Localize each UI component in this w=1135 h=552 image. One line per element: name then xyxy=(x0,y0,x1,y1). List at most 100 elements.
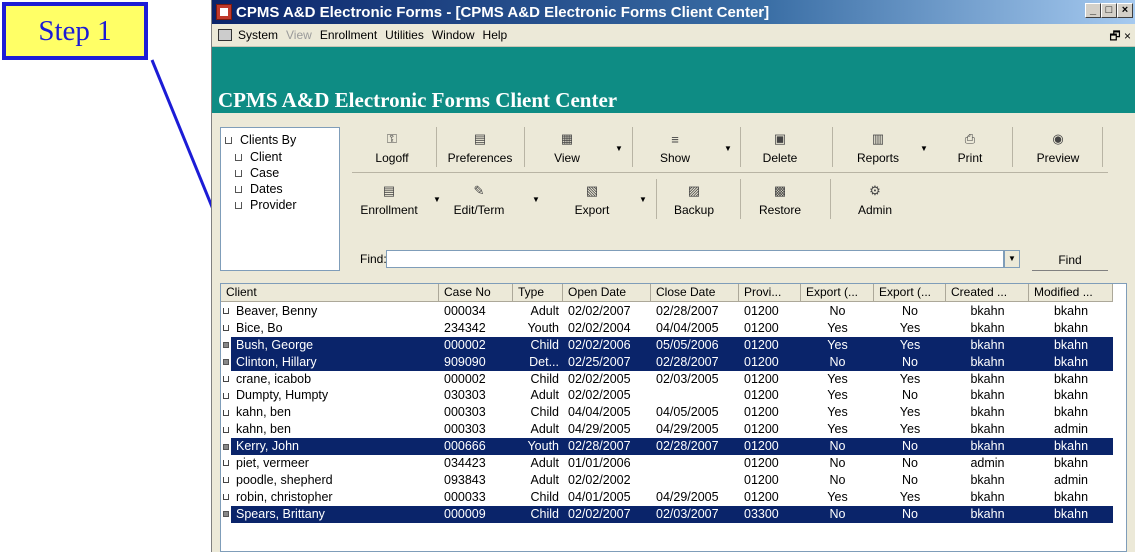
table-row[interactable]: robin, christopher 000033 Child 04/01/2005 0… xyxy=(221,488,1113,506)
admin-button[interactable]: ⚙ Admin xyxy=(850,183,900,217)
backup-button[interactable]: ▨ Backup xyxy=(664,183,724,217)
export-button[interactable]: ▧ Export xyxy=(562,183,622,217)
cell-created: admin xyxy=(970,456,1005,471)
reports-button[interactable]: ▥ Reports xyxy=(846,131,910,165)
table-row[interactable]: piet, vermeer 034423 Adult 01/01/2006 01200 N… xyxy=(221,455,1113,472)
logoff-button[interactable]: ⚿ Logoff xyxy=(362,131,422,165)
app-icon[interactable] xyxy=(216,4,232,20)
cell-case-no: 000034 xyxy=(444,304,486,318)
cell-open-date: 01/01/2006 xyxy=(568,456,631,471)
title-bar[interactable]: CPMS A&D Electronic Forms - [CPMS A&D El… xyxy=(212,0,1135,24)
tree-item-provider[interactable]: Provider xyxy=(235,198,297,212)
table-row[interactable]: kahn, ben 000303 Adult 04/29/2005 04/29/2005… xyxy=(221,421,1113,439)
find-button[interactable]: Find xyxy=(1032,250,1108,271)
edit-term-dropdown-arrow[interactable]: ▼ xyxy=(532,195,540,204)
grid-header: Client Case No Type Open Date Close Date… xyxy=(221,284,1113,302)
find-input[interactable] xyxy=(386,250,1004,268)
cell-close-date: 04/05/2005 xyxy=(656,405,719,420)
mdi-controls[interactable]: 🗗 × xyxy=(1109,27,1131,48)
row-selector-icon[interactable] xyxy=(221,353,231,371)
column-header-export-1[interactable]: Export (... xyxy=(801,284,874,302)
view-button[interactable]: ▦ View xyxy=(542,131,592,165)
preview-button[interactable]: ◉ Preview xyxy=(1030,131,1086,165)
column-header-client[interactable]: Client xyxy=(221,284,439,302)
edit-term-button[interactable]: ✎ Edit/Term xyxy=(444,183,514,217)
cell-type: Adult xyxy=(530,472,560,487)
cell-client: Bice, Bo xyxy=(236,320,283,335)
row-selector-icon[interactable] xyxy=(221,404,231,422)
cell-case-no: 000009 xyxy=(444,506,486,521)
table-row[interactable]: Dumpty, Humpty 030303 Adult 02/02/2005 01200… xyxy=(221,387,1113,405)
tree-item-dates[interactable]: Dates xyxy=(235,182,283,196)
row-selector-icon[interactable] xyxy=(221,488,231,506)
delete-button[interactable]: ▣ Delete xyxy=(752,131,808,165)
column-header-type[interactable]: Type xyxy=(513,284,563,302)
table-row[interactable]: Bush, George 000002 Child 02/02/2006 05/05/2… xyxy=(221,336,1113,354)
row-selector-icon[interactable] xyxy=(221,455,231,472)
column-header-provider[interactable]: Provi... xyxy=(739,284,801,302)
show-dropdown-arrow[interactable]: ▼ xyxy=(724,144,732,153)
minimize-button[interactable]: _ xyxy=(1085,3,1101,18)
tree-item-case[interactable]: Case xyxy=(235,166,279,180)
row-selector-icon[interactable] xyxy=(221,336,231,354)
table-row[interactable]: kahn, ben 000303 Child 04/04/2005 04/05/2005… xyxy=(221,404,1113,422)
row-selector-icon[interactable] xyxy=(221,421,231,439)
menu-system[interactable]: System xyxy=(238,28,278,42)
document-icon[interactable] xyxy=(218,29,232,41)
preferences-button[interactable]: ▤ Preferences xyxy=(440,131,520,165)
clients-by-tree: Clients By Client Case Dates Provider xyxy=(220,127,340,271)
row-selector-icon[interactable] xyxy=(221,387,231,405)
cell-provider: 01200 xyxy=(744,304,779,318)
restore-button[interactable]: ▩ Restore xyxy=(750,183,810,217)
table-row[interactable]: Spears, Brittany 000009 Child 02/02/2007 02/… xyxy=(221,505,1113,523)
menu-utilities[interactable]: Utilities xyxy=(385,28,424,42)
enrollment-dropdown-arrow[interactable]: ▼ xyxy=(433,195,441,204)
table-row[interactable]: Kerry, John 000666 Youth 02/28/2007 02/28/20… xyxy=(221,438,1113,456)
tree-label: Client xyxy=(250,150,282,164)
show-button[interactable]: ≡ Show xyxy=(650,131,700,166)
cell-client: Clinton, Hillary xyxy=(236,354,317,369)
column-header-created[interactable]: Created ... xyxy=(946,284,1029,302)
column-header-open-date[interactable]: Open Date xyxy=(563,284,651,302)
tree-item-client[interactable]: Client xyxy=(235,150,282,164)
table-row[interactable]: crane, icabob 000002 Child 02/02/2005 02/03/… xyxy=(221,370,1113,388)
cell-created: bkahn xyxy=(970,388,1005,403)
enrollment-button[interactable]: ▤ Enrollment xyxy=(354,183,424,217)
column-header-close-date[interactable]: Close Date xyxy=(651,284,739,302)
column-header-modified[interactable]: Modified ... xyxy=(1029,284,1113,302)
view-dropdown-arrow[interactable]: ▼ xyxy=(615,144,623,153)
print-button[interactable]: ⎙ Print xyxy=(948,131,992,165)
table-row[interactable]: Clinton, Hillary 909090 Det... 02/25/2007 02… xyxy=(221,353,1113,371)
cell-type: Adult xyxy=(530,304,560,318)
row-selector-icon[interactable] xyxy=(221,471,231,489)
menu-view[interactable]: View xyxy=(286,28,312,42)
cell-provider: 01200 xyxy=(744,337,779,352)
maximize-button[interactable]: □ xyxy=(1101,3,1117,18)
menu-help[interactable]: Help xyxy=(483,28,508,42)
cell-created: bkahn xyxy=(970,405,1005,420)
cell-open-date: 02/02/2007 xyxy=(568,304,631,318)
cell-export-2: Yes xyxy=(899,422,921,437)
reports-dropdown-arrow[interactable]: ▼ xyxy=(920,144,928,153)
find-dropdown-button[interactable]: ▼ xyxy=(1004,250,1020,268)
menu-enrollment[interactable]: Enrollment xyxy=(320,28,377,42)
row-selector-icon[interactable] xyxy=(221,319,231,337)
column-header-case-no[interactable]: Case No xyxy=(439,284,513,302)
export-dropdown-arrow[interactable]: ▼ xyxy=(639,195,647,204)
row-selector-icon[interactable] xyxy=(221,505,231,523)
menu-window[interactable]: Window xyxy=(432,28,475,42)
table-row[interactable]: poodle, shepherd 093843 Adult 02/02/2002 012… xyxy=(221,471,1113,489)
row-selector-icon[interactable] xyxy=(221,438,231,456)
cell-export-1: No xyxy=(829,354,846,369)
cell-client: Dumpty, Humpty xyxy=(236,388,329,403)
tree-label: Dates xyxy=(250,182,283,196)
column-header-export-2[interactable]: Export (... xyxy=(874,284,946,302)
table-row[interactable]: Bice, Bo 234342 Youth 02/02/2004 04/04/2005 0… xyxy=(221,319,1113,337)
row-selector-icon[interactable] xyxy=(221,303,231,320)
row-selector-icon[interactable] xyxy=(221,370,231,388)
toolbar-separator xyxy=(740,179,741,219)
table-row[interactable]: Beaver, Benny 000034 Adult 02/02/2007 02/28/… xyxy=(221,303,1113,320)
cell-created: bkahn xyxy=(970,472,1005,487)
tree-item-clients-by[interactable]: Clients By xyxy=(225,133,296,147)
close-button[interactable]: × xyxy=(1117,3,1133,18)
